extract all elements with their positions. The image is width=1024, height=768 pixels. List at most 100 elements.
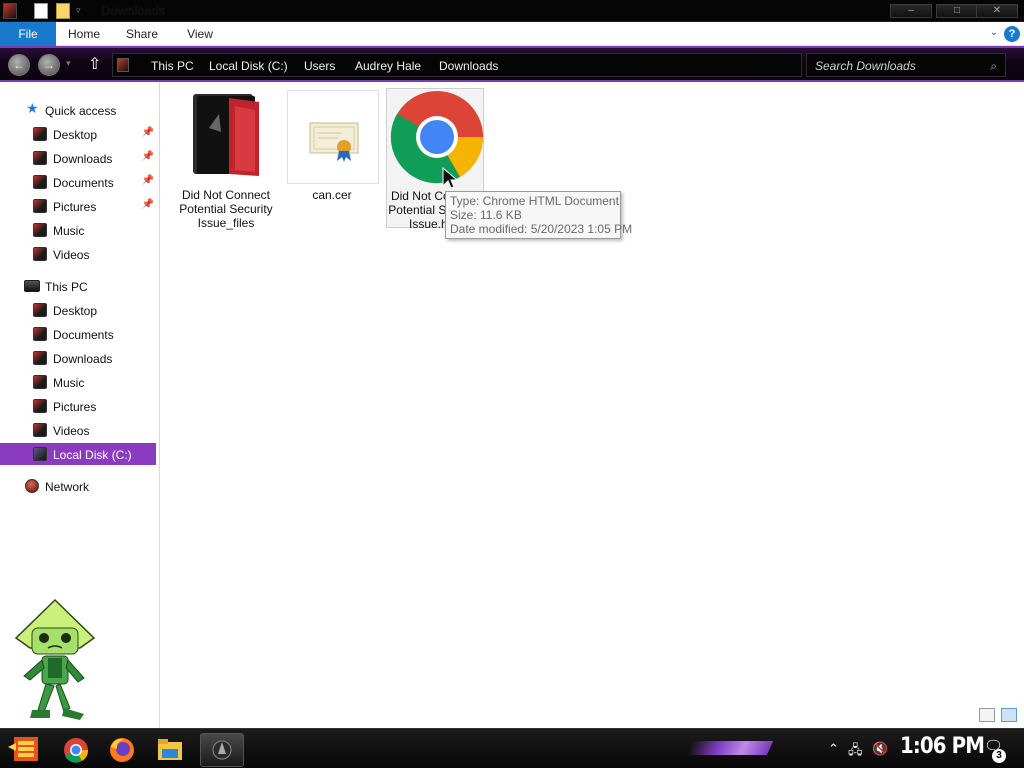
file-name: Did Not Connect Potential Security Issue… [179, 188, 273, 230]
app-window-icon [212, 740, 232, 760]
nav-item-music-quick[interactable]: Music [0, 219, 156, 241]
documents-folder-icon [33, 175, 47, 189]
nav-label: Downloads [53, 352, 113, 366]
show-hidden-icons-chevron-icon[interactable]: ⌃ [828, 741, 839, 757]
tab-share[interactable]: Share [116, 22, 168, 46]
start-button-icon[interactable] [8, 733, 42, 765]
nav-item-desktop-quick[interactable]: Desktop 📌 [0, 123, 156, 145]
back-button[interactable]: ← [8, 54, 30, 76]
new-folder-icon[interactable] [56, 3, 70, 19]
volume-muted-icon[interactable]: 🔇 [872, 741, 888, 757]
desktop-folder-icon [33, 127, 47, 141]
nav-item-videos[interactable]: Videos [0, 419, 156, 441]
details-view-button[interactable] [979, 708, 995, 722]
maximize-button[interactable]: □ [936, 4, 978, 18]
file-item-folder[interactable]: Did Not Connect Potential Security Issue… [177, 88, 275, 230]
nav-label: Quick access [45, 104, 117, 118]
nav-label: Pictures [53, 400, 97, 414]
taskbar-chrome[interactable] [56, 733, 96, 767]
pictures-folder-icon [33, 199, 47, 213]
taskbar-decoration [686, 741, 774, 755]
nav-this-pc[interactable]: This PC [0, 275, 156, 297]
tab-home[interactable]: Home [58, 22, 110, 46]
address-toolbar: ← → ▾ ⇧ This PC Local Disk (C:) Users Au… [0, 46, 1024, 82]
nav-item-videos-quick[interactable]: Videos [0, 243, 156, 265]
tooltip-date-modified: Date modified: 5/20/2023 1:05 PM [450, 222, 633, 236]
title-bar: ▿ Downloads ‒ □ ✕ [0, 0, 1024, 22]
nav-label: Music [53, 376, 85, 390]
tab-view[interactable]: View [174, 22, 226, 46]
breadcrumb-local-disk[interactable]: Local Disk (C:) [209, 59, 288, 73]
network-status-icon[interactable]: 🖧 [848, 741, 863, 763]
minimize-button[interactable]: ‒ [890, 4, 932, 18]
nav-label: Pictures [53, 200, 97, 214]
nav-item-documents-quick[interactable]: Documents 📌 [0, 171, 156, 193]
nav-label: Network [45, 480, 90, 494]
certificate-icon [287, 90, 379, 184]
nav-item-pictures-quick[interactable]: Pictures 📌 [0, 195, 156, 217]
pin-icon: 📌 [141, 127, 154, 138]
nav-label: Music [53, 224, 85, 238]
nav-item-downloads-quick[interactable]: Downloads 📌 [0, 147, 156, 169]
music-folder-icon [33, 223, 47, 237]
nav-label: Desktop [53, 128, 98, 142]
nav-item-downloads[interactable]: Downloads [0, 347, 156, 369]
nav-label: Documents [53, 176, 114, 190]
documents-folder-icon [33, 327, 47, 341]
status-bar [161, 704, 1024, 728]
pin-icon: 📌 [141, 151, 154, 162]
breadcrumb-users[interactable]: Users [304, 59, 335, 73]
tab-file[interactable]: File [0, 22, 56, 46]
nav-item-pictures[interactable]: Pictures [0, 395, 156, 417]
desktop-folder-icon [33, 303, 47, 317]
taskbar-clock[interactable]: 1:06 PM [900, 734, 985, 759]
help-button[interactable]: ? [1004, 26, 1020, 42]
nav-quick-access[interactable]: ★ Quick access [0, 99, 156, 121]
recent-locations-chevron-icon[interactable]: ▾ [66, 58, 71, 69]
search-icon[interactable]: ⌕ [990, 59, 997, 74]
character-mascot-image [14, 598, 96, 720]
videos-folder-icon [33, 423, 47, 437]
properties-icon[interactable] [34, 3, 48, 19]
nav-item-documents[interactable]: Documents [0, 323, 156, 345]
breadcrumb-audrey-hale[interactable]: Audrey Hale [355, 59, 421, 73]
large-icons-view-button[interactable] [1001, 708, 1017, 722]
breadcrumb-downloads[interactable]: Downloads [439, 59, 498, 73]
taskbar-file-explorer[interactable] [150, 733, 190, 767]
pin-icon: 📌 [141, 199, 154, 210]
taskbar: ⌃ 🖧 🔇 1:06 PM 🗨 3 [0, 728, 1024, 768]
folder-icon [193, 94, 259, 176]
firefox-icon [110, 738, 134, 762]
nav-label: Local Disk (C:) [53, 448, 132, 462]
taskbar-firefox[interactable] [102, 733, 142, 767]
expand-ribbon-chevron-icon[interactable]: ⌄ [990, 27, 998, 38]
search-placeholder: Search Downloads [815, 59, 916, 73]
file-list-pane: Did Not Connect Potential Security Issue… [161, 82, 1024, 728]
ribbon-tabs: File Home Share View ⌄ ? [0, 22, 1024, 46]
window-title: Downloads [101, 3, 166, 18]
tooltip-size: Size: 11.6 KB [450, 208, 522, 222]
nav-item-local-disk[interactable]: Local Disk (C:) [0, 443, 156, 465]
address-field[interactable]: This PC Local Disk (C:) Users Audrey Hal… [112, 53, 802, 77]
nav-item-music[interactable]: Music [0, 371, 156, 393]
taskbar-explorer-window[interactable] [200, 733, 244, 767]
nav-label: Documents [53, 328, 114, 342]
quick-access-toolbar-dropdown-icon[interactable]: ▿ [76, 5, 81, 16]
breadcrumb-this-pc[interactable]: This PC [151, 59, 194, 73]
forward-button[interactable]: → [38, 54, 60, 76]
nav-item-desktop[interactable]: Desktop [0, 299, 156, 321]
nav-label: Videos [53, 424, 90, 438]
file-name: can.cer [312, 188, 352, 202]
pictures-folder-icon [33, 399, 47, 413]
network-icon [25, 479, 39, 493]
up-button[interactable]: ⇧ [88, 54, 101, 74]
file-item-certificate[interactable]: can.cer [283, 88, 381, 228]
computer-icon [24, 280, 40, 292]
file-explorer-icon [158, 739, 182, 760]
drive-icon [33, 447, 47, 461]
explorer-app-icon[interactable] [3, 3, 17, 19]
chrome-icon [64, 738, 89, 763]
nav-network[interactable]: Network [0, 475, 156, 497]
close-button[interactable]: ✕ [976, 4, 1018, 18]
search-input[interactable]: Search Downloads ⌕ [806, 53, 1006, 77]
